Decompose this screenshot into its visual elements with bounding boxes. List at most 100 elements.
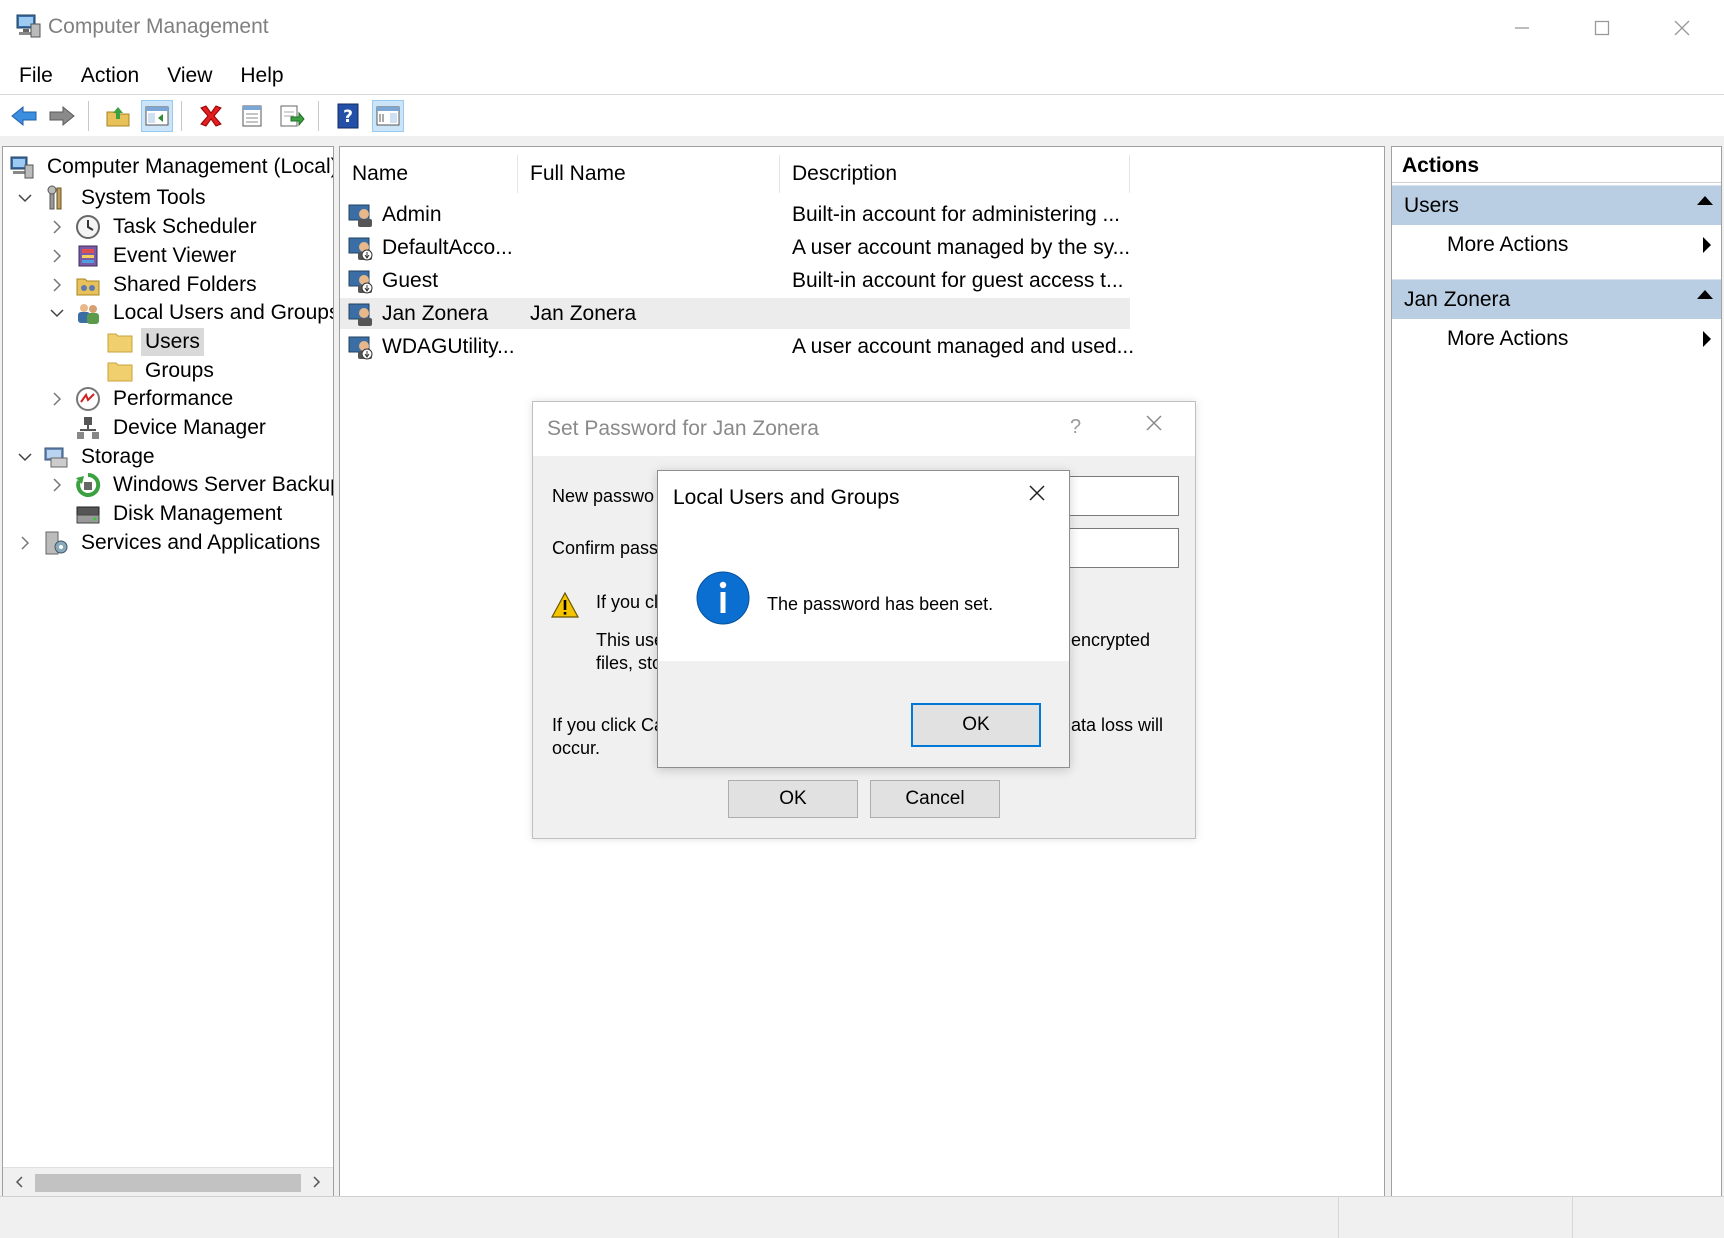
tree-label: Computer Management (Local) [47, 154, 334, 178]
cell-name: DefaultAcco... [382, 236, 513, 259]
chevron-right-icon[interactable] [47, 246, 67, 266]
confirm-password-field[interactable] [1069, 528, 1179, 568]
tree-item-windows-server-backup[interactable]: Windows Server Backup [47, 469, 334, 500]
tree-item-computer-management[interactable]: Computer Management (Local) [9, 151, 334, 182]
clock-icon [75, 214, 101, 240]
tree-label: System Tools [81, 185, 206, 209]
message-box: Local Users and Groups The password has … [657, 470, 1070, 768]
chevron-down-icon[interactable] [15, 447, 35, 467]
folder-icon [107, 329, 133, 355]
cell-name: WDAGUtility... [382, 335, 515, 358]
forward-arrow-icon[interactable] [46, 100, 78, 132]
up-folder-icon[interactable] [102, 100, 134, 132]
tree-label: Device Manager [113, 415, 266, 439]
minimize-icon[interactable] [1482, 0, 1562, 56]
scroll-right-icon[interactable] [307, 1172, 327, 1192]
table-row[interactable]: DefaultAcco... A user account managed by… [340, 232, 1130, 263]
actions-group-jan-zonera[interactable]: Jan Zonera [1392, 279, 1721, 319]
tree-item-local-users-and-groups[interactable]: Local Users and Groups [47, 297, 334, 328]
tree-label: Task Scheduler [113, 214, 257, 238]
chevron-right-icon[interactable] [15, 533, 35, 553]
tree-item-users[interactable]: Users [107, 326, 204, 357]
body-text-right: encrypted [1071, 630, 1151, 650]
chevron-right-icon[interactable] [47, 275, 67, 295]
collapse-up-icon[interactable] [1697, 290, 1713, 299]
tree-item-disk-management[interactable]: Disk Management [75, 498, 286, 529]
tree-label: Storage [81, 444, 155, 468]
chevron-right-icon[interactable] [47, 389, 67, 409]
new-password-field[interactable] [1069, 476, 1179, 516]
properties-icon[interactable] [236, 100, 268, 132]
table-row[interactable]: Admin Built-in account for administering… [340, 199, 1130, 230]
svg-text:?: ? [343, 107, 353, 127]
tree-item-storage[interactable]: Storage [15, 441, 159, 472]
cell-name: Admin [382, 203, 442, 226]
chevron-right-icon[interactable] [47, 217, 67, 237]
menu-view[interactable]: View [156, 56, 223, 94]
disabled-user-icon [348, 235, 374, 261]
users-group-icon [75, 300, 101, 326]
export-list-icon[interactable] [276, 100, 308, 132]
menu-action[interactable]: Action [70, 56, 150, 94]
help-icon[interactable]: ? [332, 100, 364, 132]
close-icon[interactable] [1642, 0, 1722, 56]
tree-label: Event Viewer [113, 243, 237, 267]
table-row[interactable]: WDAGUtility... A user account managed an… [340, 331, 1134, 362]
ok-button[interactable]: OK [911, 703, 1041, 747]
scrollbar-thumb[interactable] [35, 1174, 301, 1192]
system-tools-icon [43, 185, 69, 211]
title-bar: Computer Management [0, 0, 1724, 56]
show-hide-tree-icon[interactable] [141, 100, 173, 132]
maximize-icon[interactable] [1562, 0, 1642, 56]
table-row[interactable]: Guest Built-in account for guest access … [340, 265, 1130, 296]
cell-full-name: Jan Zonera [530, 302, 637, 325]
actions-group-users[interactable]: Users [1392, 185, 1721, 225]
tree-item-device-manager[interactable]: Device Manager [75, 412, 270, 443]
cancel-button[interactable]: Cancel [870, 780, 1000, 818]
chevron-right-icon[interactable] [47, 475, 67, 495]
tree-item-performance[interactable]: Performance [47, 383, 237, 414]
actions-pane: Actions Users More Actions Jan Zonera Mo… [1391, 146, 1722, 1198]
column-header-description[interactable]: Description [780, 155, 1130, 193]
cancel-note-right: ata loss will [1071, 715, 1164, 735]
action-label: More Actions [1447, 233, 1569, 256]
cancel-note-left: If you click Ca [552, 715, 665, 735]
tree-item-system-tools[interactable]: System Tools [15, 182, 210, 213]
tree-label: Windows Server Backup [113, 472, 334, 496]
close-icon[interactable] [1028, 484, 1046, 508]
tree-item-shared-folders[interactable]: Shared Folders [47, 269, 261, 300]
menu-help[interactable]: Help [229, 56, 294, 94]
action-more-actions-users[interactable]: More Actions [1392, 225, 1721, 265]
collapse-up-icon[interactable] [1697, 196, 1713, 205]
confirm-password-label: Confirm pass [552, 538, 659, 558]
console-tree: Computer Management (Local) System Tools… [2, 146, 334, 1198]
tree-item-task-scheduler[interactable]: Task Scheduler [47, 211, 261, 242]
column-header-name[interactable]: Name [340, 155, 518, 193]
table-row[interactable]: Jan Zonera Jan Zonera [340, 298, 1130, 329]
delete-icon[interactable] [195, 100, 227, 132]
dialog-title-bar: Set Password for Jan Zonera ? [533, 402, 1195, 456]
tree-item-groups[interactable]: Groups [107, 355, 218, 386]
computer-management-icon [9, 154, 35, 180]
scroll-left-icon[interactable] [9, 1172, 29, 1192]
tree-label: Local Users and Groups [113, 300, 334, 324]
horizontal-scrollbar[interactable] [3, 1167, 333, 1197]
submenu-arrow-icon [1703, 331, 1711, 347]
ok-button[interactable]: OK [728, 780, 858, 818]
status-cell [1572, 1197, 1724, 1238]
chevron-down-icon[interactable] [15, 188, 35, 208]
help-button[interactable]: ? [1070, 416, 1081, 439]
services-icon [43, 530, 69, 556]
tree-item-event-viewer[interactable]: Event Viewer [47, 240, 240, 271]
show-hide-action-pane-icon[interactable] [372, 100, 404, 132]
chevron-down-icon[interactable] [47, 303, 67, 323]
actions-group-label: Users [1404, 194, 1459, 217]
menu-file[interactable]: File [8, 56, 64, 94]
close-icon[interactable] [1145, 414, 1163, 438]
column-header-full-name[interactable]: Full Name [518, 155, 780, 193]
back-arrow-icon[interactable] [8, 100, 40, 132]
tree-item-services-and-applications[interactable]: Services and Applications [15, 527, 324, 558]
message-box-title: Local Users and Groups [673, 486, 900, 509]
action-more-actions-jan-zonera[interactable]: More Actions [1392, 319, 1721, 359]
folder-icon [107, 358, 133, 384]
